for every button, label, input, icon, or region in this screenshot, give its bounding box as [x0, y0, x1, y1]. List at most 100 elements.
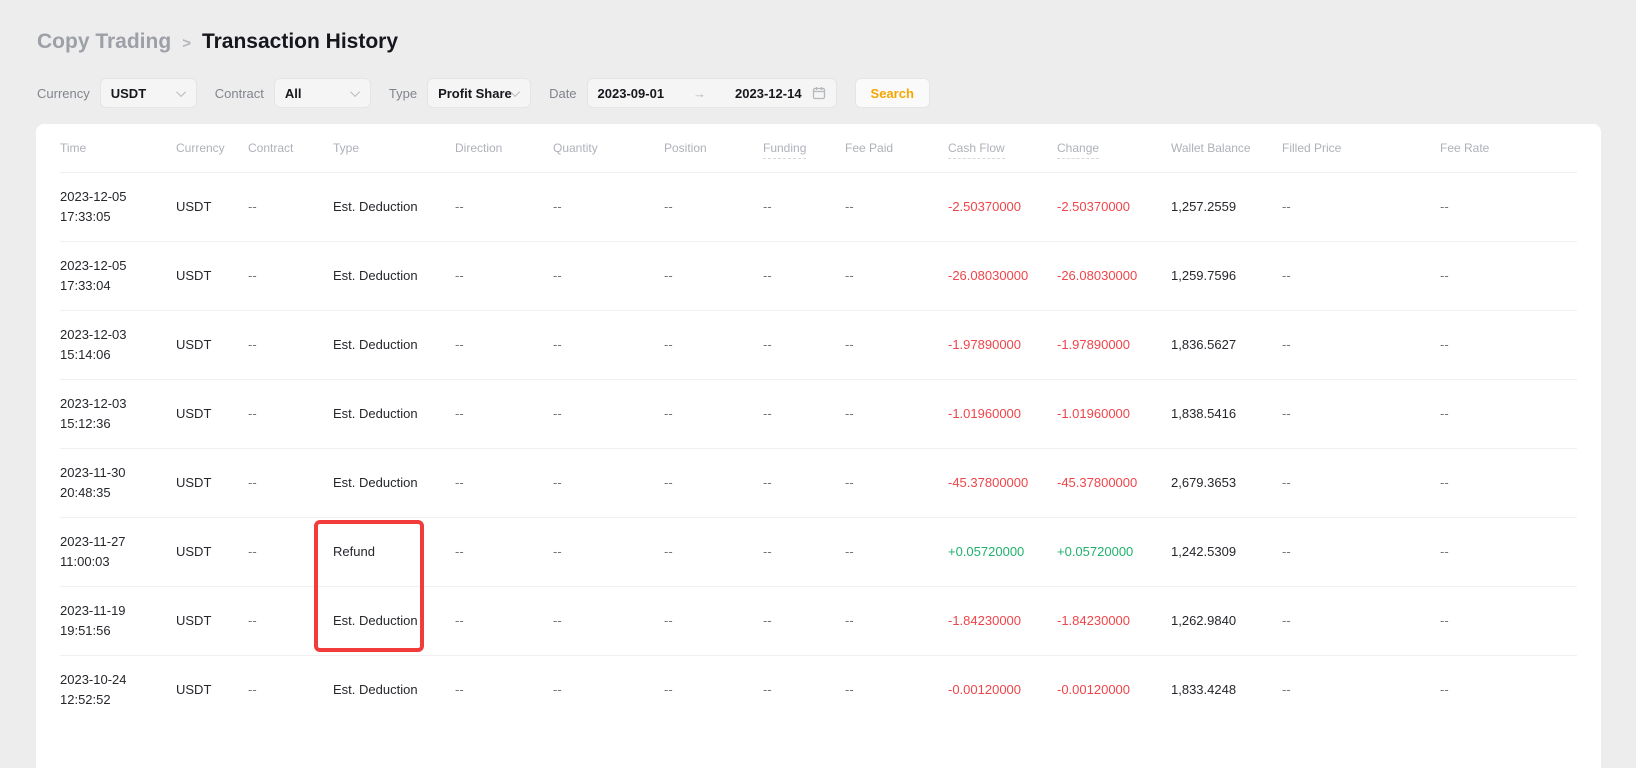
- column-header-fee_paid: Fee Paid: [845, 124, 948, 172]
- cell-fee_rate: --: [1440, 517, 1577, 586]
- cell-time-date: 2023-11-19: [60, 601, 176, 621]
- cell-position: --: [664, 379, 763, 448]
- column-header-label: Type: [333, 141, 359, 155]
- breadcrumb: Copy Trading > Transaction History: [37, 30, 398, 54]
- breadcrumb-parent[interactable]: Copy Trading: [37, 30, 171, 54]
- cell-position: --: [664, 655, 763, 724]
- cell-time: 2023-12-0315:12:36: [60, 379, 176, 448]
- cell-cash_flow: -2.50370000: [948, 172, 1057, 241]
- cell-currency: USDT: [176, 586, 248, 655]
- cell-type: Est. Deduction: [333, 172, 455, 241]
- cell-fee_rate: --: [1440, 241, 1577, 310]
- cell-wallet_balance: 2,679.3653: [1171, 448, 1282, 517]
- cell-time-clock: 15:14:06: [60, 345, 176, 365]
- cell-time-clock: 15:12:36: [60, 414, 176, 434]
- cell-filled_price: --: [1282, 379, 1440, 448]
- cell-time: 2023-12-0517:33:04: [60, 241, 176, 310]
- cell-quantity: --: [553, 517, 664, 586]
- currency-select[interactable]: USDT: [100, 78, 197, 108]
- cell-change: -1.01960000: [1057, 379, 1171, 448]
- chevron-down-icon: [176, 87, 186, 97]
- chevron-down-icon: [350, 87, 360, 97]
- cell-funding: --: [763, 586, 845, 655]
- column-header-label: Fee Rate: [1440, 141, 1489, 155]
- cell-fee_rate: --: [1440, 655, 1577, 724]
- column-header-funding[interactable]: Funding: [763, 124, 845, 172]
- cell-time-clock: 11:00:03: [60, 552, 176, 572]
- cell-direction: --: [455, 310, 553, 379]
- cell-type: Est. Deduction: [333, 310, 455, 379]
- cell-type: Est. Deduction: [333, 586, 455, 655]
- page-title: Transaction History: [202, 30, 398, 54]
- cell-filled_price: --: [1282, 655, 1440, 724]
- column-header-label: Time: [60, 141, 86, 155]
- cell-wallet_balance: 1,242.5309: [1171, 517, 1282, 586]
- type-select[interactable]: Profit Share: [427, 78, 531, 108]
- currency-filter-label: Currency: [37, 86, 90, 101]
- cell-type: Est. Deduction: [333, 379, 455, 448]
- cell-position: --: [664, 517, 763, 586]
- table-row: 2023-12-0517:33:05USDT--Est. Deduction--…: [60, 172, 1577, 241]
- cell-funding: --: [763, 379, 845, 448]
- cell-time-date: 2023-12-03: [60, 394, 176, 414]
- cell-time: 2023-11-1919:51:56: [60, 586, 176, 655]
- cell-position: --: [664, 241, 763, 310]
- date-end-value[interactable]: 2023-12-14: [735, 86, 802, 101]
- cell-filled_price: --: [1282, 448, 1440, 517]
- cell-fee_rate: --: [1440, 172, 1577, 241]
- calendar-icon[interactable]: [812, 86, 826, 100]
- currency-select-value: USDT: [111, 86, 146, 101]
- cell-time: 2023-12-0315:14:06: [60, 310, 176, 379]
- cell-contract: --: [248, 586, 333, 655]
- cell-funding: --: [763, 172, 845, 241]
- cell-fee_paid: --: [845, 655, 948, 724]
- column-header-currency: Currency: [176, 124, 248, 172]
- contract-select[interactable]: All: [274, 78, 371, 108]
- cell-contract: --: [248, 517, 333, 586]
- cell-type: Est. Deduction: [333, 241, 455, 310]
- date-range-picker[interactable]: 2023-09-01 → 2023-12-14: [587, 78, 837, 108]
- search-button[interactable]: Search: [855, 78, 930, 108]
- column-header-time: Time: [60, 124, 176, 172]
- cell-currency: USDT: [176, 172, 248, 241]
- column-header-contract: Contract: [248, 124, 333, 172]
- table-row: 2023-10-2412:52:52USDT--Est. Deduction--…: [60, 655, 1577, 724]
- cell-time-date: 2023-12-05: [60, 187, 176, 207]
- cell-fee_paid: --: [845, 172, 948, 241]
- cell-currency: USDT: [176, 241, 248, 310]
- cell-quantity: --: [553, 655, 664, 724]
- cell-cash_flow: -45.37800000: [948, 448, 1057, 517]
- cell-quantity: --: [553, 310, 664, 379]
- type-select-value: Profit Share: [438, 86, 512, 101]
- cell-cash_flow: -0.00120000: [948, 655, 1057, 724]
- cell-contract: --: [248, 448, 333, 517]
- date-range-arrow-icon: →: [672, 86, 727, 101]
- cell-time: 2023-10-2412:52:52: [60, 655, 176, 724]
- cell-position: --: [664, 310, 763, 379]
- column-header-filled_price: Filled Price: [1282, 124, 1440, 172]
- table-row: 2023-11-3020:48:35USDT--Est. Deduction--…: [60, 448, 1577, 517]
- transaction-table: TimeCurrencyContractTypeDirectionQuantit…: [60, 124, 1577, 724]
- cell-fee_rate: --: [1440, 310, 1577, 379]
- cell-currency: USDT: [176, 517, 248, 586]
- cell-change: -1.84230000: [1057, 586, 1171, 655]
- cell-wallet_balance: 1,257.2559: [1171, 172, 1282, 241]
- column-header-cash_flow[interactable]: Cash Flow: [948, 124, 1057, 172]
- cell-time-date: 2023-11-30: [60, 463, 176, 483]
- column-header-change[interactable]: Change: [1057, 124, 1171, 172]
- cell-position: --: [664, 172, 763, 241]
- cell-direction: --: [455, 655, 553, 724]
- column-header-label: Change: [1057, 141, 1099, 159]
- cell-funding: --: [763, 655, 845, 724]
- cell-fee_rate: --: [1440, 448, 1577, 517]
- contract-select-value: All: [285, 86, 302, 101]
- table-row: 2023-12-0315:14:06USDT--Est. Deduction--…: [60, 310, 1577, 379]
- cell-fee_paid: --: [845, 517, 948, 586]
- cell-time-clock: 17:33:04: [60, 276, 176, 296]
- cell-cash_flow: -1.84230000: [948, 586, 1057, 655]
- cell-time-clock: 19:51:56: [60, 621, 176, 641]
- cell-fee_paid: --: [845, 310, 948, 379]
- cell-direction: --: [455, 448, 553, 517]
- cell-change: -0.00120000: [1057, 655, 1171, 724]
- date-start-value[interactable]: 2023-09-01: [598, 86, 665, 101]
